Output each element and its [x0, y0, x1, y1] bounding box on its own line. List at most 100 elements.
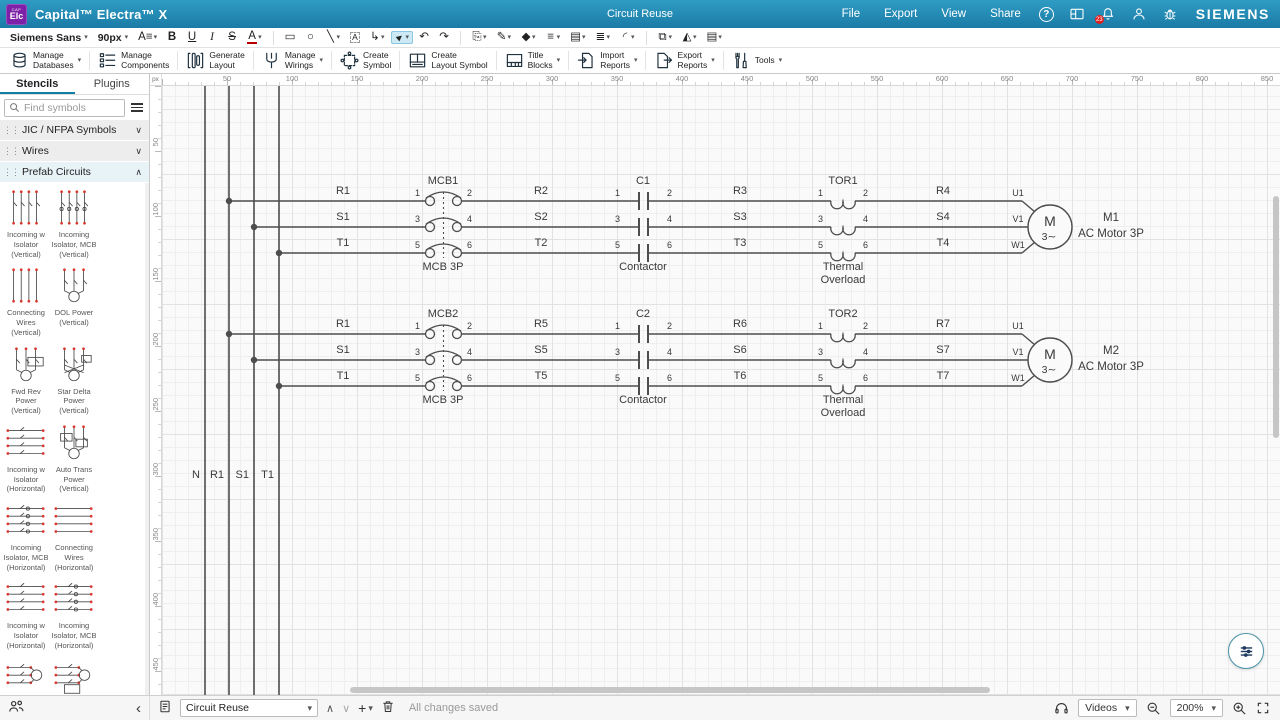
- ellipse-tool-button[interactable]: ○: [301, 30, 319, 46]
- stencil-item[interactable]: Incoming Isolator, MCB (Vertical): [51, 188, 97, 259]
- stencil-item[interactable]: Fwd Rev Power (Horizontal): [51, 658, 97, 696]
- tab-plugins[interactable]: Plugins: [75, 74, 150, 94]
- chevron-down-icon: ∨: [135, 146, 142, 157]
- next-page-icon[interactable]: ∨: [342, 702, 350, 715]
- bug-icon[interactable]: [1162, 6, 1178, 22]
- svg-text:T1: T1: [337, 237, 350, 249]
- section-jic-nfpa-symbols[interactable]: ⋮⋮JIC / NFPA Symbols∨: [0, 120, 149, 141]
- stencil-item[interactable]: Fwd Rev Power (Vertical): [3, 345, 49, 416]
- svg-text:T7: T7: [937, 370, 950, 382]
- line-weight-button[interactable]: ≡▾: [542, 30, 565, 46]
- menu-export[interactable]: Export: [884, 8, 917, 20]
- svg-text:MCB 3P: MCB 3P: [423, 394, 464, 406]
- notifications-icon[interactable]: 23: [1100, 6, 1116, 22]
- menu-file[interactable]: File: [842, 8, 861, 20]
- help-icon[interactable]: ?: [1039, 7, 1054, 22]
- vertical-scrollbar[interactable]: [1273, 196, 1279, 438]
- connector-tool-button[interactable]: ↳▾: [366, 30, 389, 46]
- italic-button[interactable]: I: [203, 30, 221, 46]
- drag-handle-icon[interactable]: ⋮⋮: [3, 167, 19, 178]
- svg-text:4: 4: [667, 347, 672, 357]
- line-tool-button[interactable]: ╲▾: [321, 30, 344, 46]
- stencil-thumbnail: [5, 188, 47, 228]
- section-wires[interactable]: ⋮⋮Wires∨: [0, 141, 149, 162]
- manage-wirings-button[interactable]: ManageWirings▾: [256, 50, 329, 72]
- undo-button[interactable]: ↶: [415, 30, 433, 46]
- zoom-in-icon[interactable]: [1232, 701, 1247, 716]
- svg-text:T5: T5: [535, 370, 548, 382]
- line-spacing-button[interactable]: ≣▾: [591, 30, 614, 46]
- create-layout-symbol-button[interactable]: CreateLayout Symbol: [402, 50, 493, 72]
- fill-color-button[interactable]: ◆▾: [517, 30, 540, 46]
- stencil-item[interactable]: Star Delta Power (Vertical): [51, 345, 97, 416]
- rectangle-tool-button[interactable]: ▭: [281, 30, 300, 46]
- stencil-item[interactable]: DOL Power (Horizontal): [3, 658, 49, 696]
- title-blocks-button[interactable]: TitleBlocks▾: [499, 50, 567, 72]
- stencil-item[interactable]: Incoming Isolator, MCB (Horizontal): [51, 579, 97, 650]
- stencil-item[interactable]: Incoming w Isolator (Vertical): [3, 188, 49, 259]
- tab-stencils[interactable]: Stencils: [0, 74, 75, 94]
- stencil-item[interactable]: Connecting Wires (Horizontal): [51, 501, 97, 572]
- search-input[interactable]: Find symbols: [4, 99, 125, 117]
- manage-components-button[interactable]: ManageComponents: [92, 50, 175, 72]
- arrange-button[interactable]: ▤▾: [703, 30, 726, 46]
- stencil-thumbnail: [53, 345, 95, 385]
- stencil-menu-icon[interactable]: [129, 101, 145, 114]
- user-icon[interactable]: [1131, 6, 1147, 22]
- drawing-canvas[interactable]: px 5010015020025030035040045050055060065…: [150, 74, 1280, 695]
- horizontal-scrollbar[interactable]: [350, 687, 990, 693]
- font-color-button[interactable]: A▾: [243, 29, 266, 47]
- collaborators-icon[interactable]: [8, 698, 25, 718]
- duplicate-button[interactable]: ⧉▾: [654, 30, 677, 46]
- drag-handle-icon[interactable]: ⋮⋮: [3, 125, 19, 136]
- bold-button[interactable]: B: [163, 30, 181, 46]
- font-family-select[interactable]: Siemens Sans▾: [6, 31, 92, 45]
- stencil-item[interactable]: Incoming w Isolator (Horizontal): [3, 579, 49, 650]
- add-page-button[interactable]: + ▾: [358, 701, 373, 715]
- tools-button[interactable]: Tools▾: [726, 50, 788, 71]
- zoom-out-icon[interactable]: [1146, 701, 1161, 716]
- redo-button[interactable]: ↷: [435, 30, 453, 46]
- text-style-button[interactable]: A≡▾: [134, 30, 161, 46]
- corner-style-button[interactable]: ◜▾: [616, 30, 639, 46]
- sidebar-scrollbar[interactable]: [145, 183, 149, 695]
- menu-share[interactable]: Share: [990, 8, 1021, 20]
- quick-settings-fab[interactable]: [1228, 633, 1264, 669]
- pen-tool-button[interactable]: ✎▾: [493, 30, 516, 46]
- menu-view[interactable]: View: [941, 8, 966, 20]
- flip-button[interactable]: ◭▾: [678, 30, 701, 46]
- svg-text:M: M: [1044, 213, 1056, 229]
- schematic-grid[interactable]: NR1S1T1MCB1MCB 3PC1ContactorTOR1ThermalO…: [162, 86, 1280, 695]
- stencil-item[interactable]: DOL Power (Vertical): [51, 266, 97, 337]
- fullscreen-icon[interactable]: [1256, 701, 1270, 715]
- help-videos-selector[interactable]: Videos ▾: [1078, 699, 1136, 717]
- strikethrough-button[interactable]: S: [223, 30, 241, 46]
- manage-databases-button[interactable]: ManageDatabases▾: [4, 50, 87, 72]
- zoom-level-selector[interactable]: 200% ▾: [1170, 699, 1223, 717]
- collapse-sidebar-icon[interactable]: ‹: [136, 701, 141, 716]
- page-selector[interactable]: Circuit Reuse ▾: [180, 699, 318, 717]
- stencil-item[interactable]: Incoming Isolator, MCB (Horizontal): [3, 501, 49, 572]
- stencil-item[interactable]: Connecting Wires (Vertical): [3, 266, 49, 337]
- format-painter-button[interactable]: ⎘▾: [468, 30, 491, 46]
- underline-button[interactable]: U: [183, 30, 201, 46]
- svg-text:S5: S5: [534, 344, 547, 356]
- pointer-tool-button[interactable]: ►▾: [391, 31, 414, 45]
- delete-page-icon[interactable]: [381, 699, 395, 717]
- previous-page-icon[interactable]: ∧: [326, 702, 334, 715]
- svg-text:4: 4: [863, 347, 868, 357]
- font-size-select[interactable]: 90px▾: [94, 31, 132, 45]
- import-reports-button[interactable]: ImportReports▾: [571, 50, 643, 72]
- text-box-tool-button[interactable]: A: [346, 30, 364, 45]
- create-symbol-button[interactable]: CreateSymbol: [334, 50, 397, 72]
- stencil-item[interactable]: Incoming w Isolator (Horizontal): [3, 423, 49, 494]
- tools-icon: [732, 51, 751, 70]
- export-reports-button[interactable]: ExportReports▾: [648, 50, 720, 72]
- support-headset-icon[interactable]: [1054, 701, 1069, 716]
- section-prefab-circuits[interactable]: ⋮⋮Prefab Circuits∧: [0, 162, 149, 183]
- line-style-button[interactable]: ▤▾: [566, 30, 589, 46]
- panels-icon[interactable]: [1069, 6, 1085, 22]
- drag-handle-icon[interactable]: ⋮⋮: [3, 146, 19, 157]
- generate-layout-button[interactable]: GenerateLayout: [180, 50, 250, 72]
- stencil-item[interactable]: Auto Trans Power (Vertical): [51, 423, 97, 494]
